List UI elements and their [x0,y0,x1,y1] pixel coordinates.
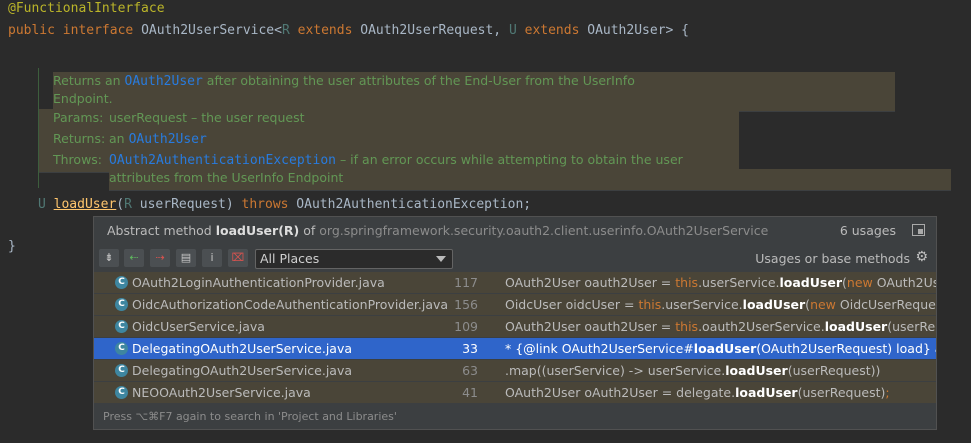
throws-link[interactable]: OAuth2AuthenticationException [109,153,336,168]
class-icon: C [115,364,128,377]
show-write-access-icon[interactable]: ⇢ [150,249,170,267]
loaduser-method[interactable]: loadUser [54,197,117,212]
usage-line-number: 33 [462,341,478,356]
usage-row[interactable]: C OidcAuthorizationCodeAuthenticationProv… [94,294,936,316]
usage-file-name: OidcAuthorizationCodeAuthenticationProvi… [132,297,449,312]
oauth2user-link[interactable]: OAuth2User [125,74,203,89]
usage-row[interactable]: C DelegatingOAuth2UserService.java 33 * {@l… [94,338,936,360]
returns-link[interactable]: OAuth2User [129,132,207,147]
usage-line-number: 63 [462,363,478,378]
usage-code-snippet: * {@link OAuth2UserService#loadUser(OAut… [505,341,936,356]
usage-code-snippet: OAuth2User oauth2User = this.oauth2UserS… [505,319,936,334]
usage-line-number: 41 [462,385,478,400]
info-icon[interactable]: i [202,249,222,267]
method-declaration: U loadUser(R userRequest) throws OAuth2A… [38,197,532,212]
closing-brace: } [8,239,16,254]
gear-icon[interactable]: ⚙ [915,249,928,265]
show-import-statements-icon[interactable]: ⌧ [228,249,248,267]
scope-select[interactable]: All Places [255,249,453,269]
usage-row[interactable]: C OAuth2LoginAuthenticationProvider.java 1… [94,272,936,294]
javadoc-block: Returns an OAuth2User after obtaining th… [38,68,951,191]
usage-count: 6 usages [839,223,896,238]
usage-line-number: 109 [454,319,478,334]
class-icon: C [115,276,128,289]
popup-header: Abstract method loadUser(R) of org.sprin… [94,217,936,244]
usage-code-snippet: OidcUser oidcUser = this.userService.loa… [505,297,936,312]
usage-code-snippet: OAuth2User oAuth2User = delegate.loadUse… [505,385,890,400]
usage-code-snippet: .map((userService) -> userService.loadUs… [505,363,881,378]
usage-row[interactable]: C DelegatingOAuth2UserService.java 63 .map(… [94,360,936,382]
popup-toolbar: ⇟ ⇠ ⇢ ▤ i ⌧ All Places Usages or base me… [94,246,936,270]
interface-declaration: public interface OAuth2UserService<R ext… [8,23,689,38]
merge-usages-icon[interactable]: ⇟ [99,249,119,267]
group-by-package-icon[interactable]: ▤ [176,249,196,267]
javadoc-returns: Returns: an OAuth2User [39,130,739,152]
javadoc-throws-cont: attributes from the UserInfo Endpoint [109,169,951,191]
class-icon: C [115,342,128,355]
usage-line-number: 117 [454,275,478,290]
usage-file-name: NEOOAuth2UserService.java [132,385,311,400]
usage-line-number: 156 [454,297,478,312]
usage-file-name: DelegatingOAuth2UserService.java [132,363,353,378]
chevron-down-icon [436,256,446,262]
usages-popup: Abstract method loadUser(R) of org.sprin… [93,216,937,430]
popup-title: Abstract method loadUser(R) of org.sprin… [107,223,769,238]
annotation-line: @FunctionalInterface [8,1,165,16]
usage-row[interactable]: C OidcUserService.java 109 OAuth2User oauth… [94,316,936,338]
usage-code-snippet: OAuth2User oauth2User = this.userService… [505,275,936,290]
show-read-access-icon[interactable]: ⇠ [124,249,144,267]
usage-mode-label: Usages or base methods [755,251,910,266]
usage-file-name: OAuth2LoginAuthenticationProvider.java [132,275,385,290]
javadoc-params: Params: userRequest – the user request [39,109,739,131]
usage-file-name: DelegatingOAuth2UserService.java [132,341,353,356]
usage-row[interactable]: C NEOOAuth2UserService.java 41 OAuth2User o… [94,382,936,404]
open-in-find-window-icon[interactable] [912,224,925,236]
usage-file-name: OidcUserService.java [132,319,265,334]
class-icon: C [115,298,128,311]
class-icon: C [115,320,128,333]
class-icon: C [115,386,128,399]
popup-footer-hint: Press ⌥⌘F7 again to search in 'Project a… [103,410,397,423]
